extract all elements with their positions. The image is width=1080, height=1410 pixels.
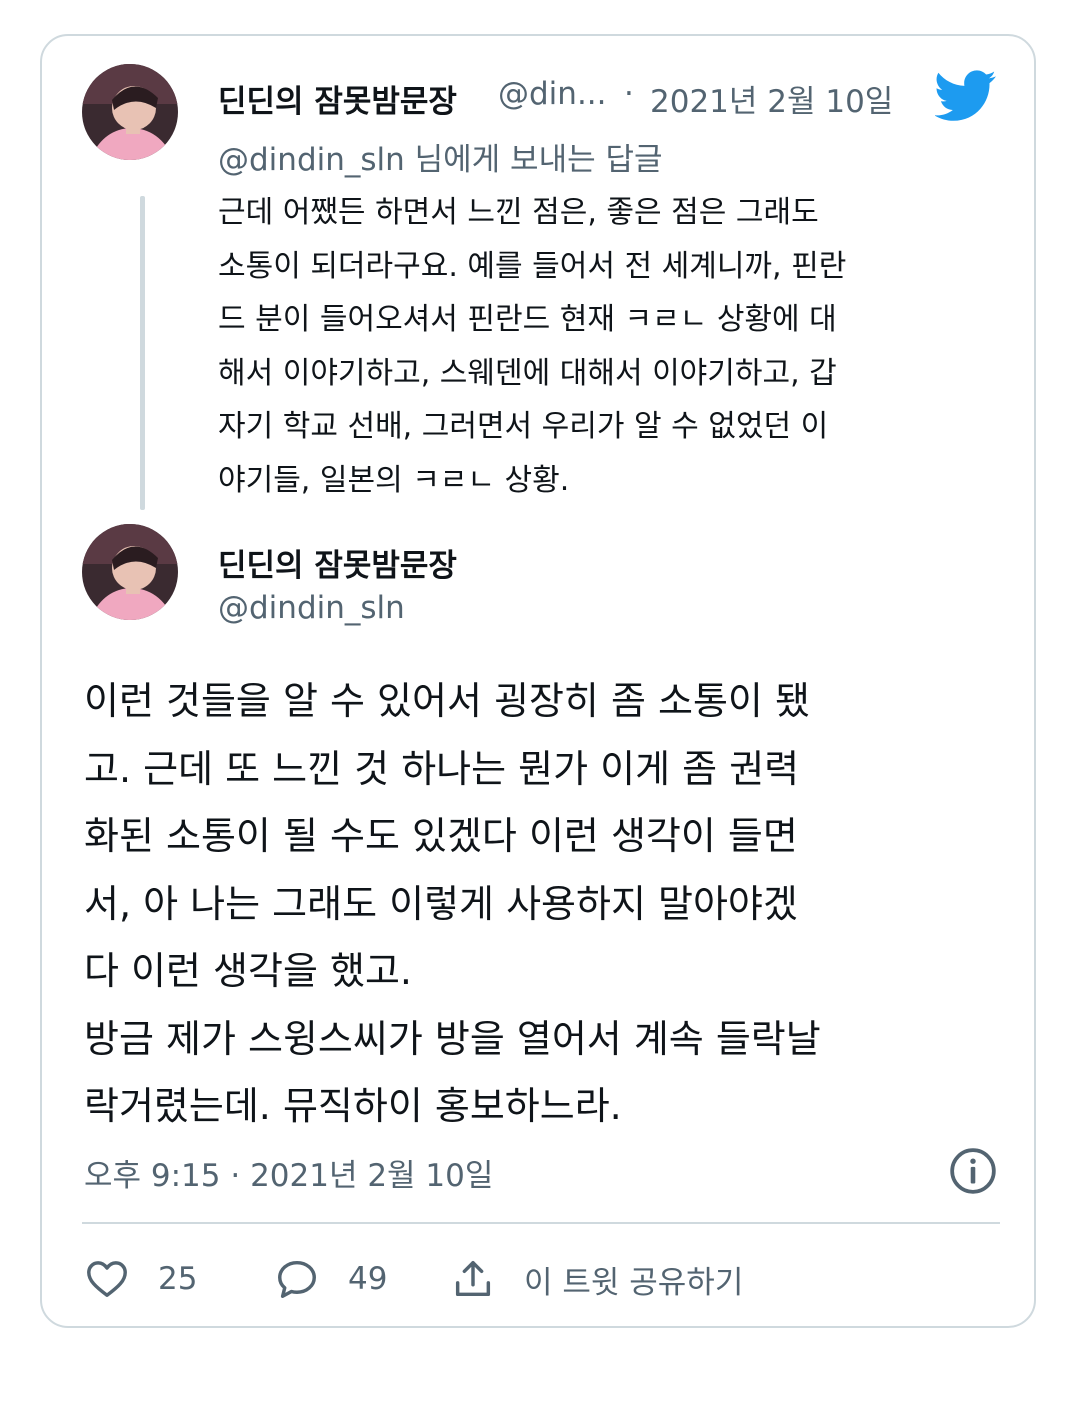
share-button[interactable]: 이 트윗 공유하기 — [450, 1254, 743, 1304]
info-icon[interactable] — [948, 1146, 998, 1196]
reply-count: 49 — [348, 1261, 388, 1297]
tweet-timestamp[interactable]: 오후 9:15 · 2021년 2월 10일 — [84, 1150, 493, 1195]
main-author-handle[interactable]: @dindin_sln — [218, 590, 405, 626]
replying-to-label[interactable]: @dindin_sln 님에게 보내는 답글 — [218, 134, 663, 179]
share-label: 이 트윗 공유하기 — [524, 1264, 744, 1301]
share-icon — [455, 1260, 491, 1297]
main-tweet-text: 이런 것들을 알 수 있어서 굉장히 좀 소통이 됐 고. 근데 또 느낀 것 … — [84, 679, 821, 1128]
divider — [82, 1222, 1000, 1224]
avatar[interactable] — [82, 64, 178, 160]
reply-bubble-icon — [278, 1260, 316, 1298]
avatar-photo — [82, 524, 178, 620]
heart-icon — [87, 1261, 127, 1298]
reply-tweet-text: 근데 어쨌든 하면서 느낀 점은, 좋은 점은 그래도 소통이 되더라구요. 예… — [218, 195, 847, 498]
like-count: 25 — [158, 1261, 198, 1297]
twitter-bird-icon — [935, 70, 996, 121]
reply-date[interactable]: 2021년 2월 10일 — [650, 76, 893, 121]
main-author-name[interactable]: 딘딘의 잠못밤문장 — [218, 540, 457, 585]
separator-dot: · — [624, 76, 634, 112]
reply-author-handle[interactable]: @din... — [498, 76, 607, 112]
reply-author-name[interactable]: 딘딘의 잠못밤문장 — [218, 76, 457, 121]
like-button[interactable]: 25 — [84, 1254, 197, 1304]
avatar[interactable] — [82, 524, 178, 620]
reply-button[interactable]: 49 — [274, 1254, 387, 1304]
thread-connector-line — [140, 196, 145, 510]
avatar-photo — [82, 64, 178, 160]
